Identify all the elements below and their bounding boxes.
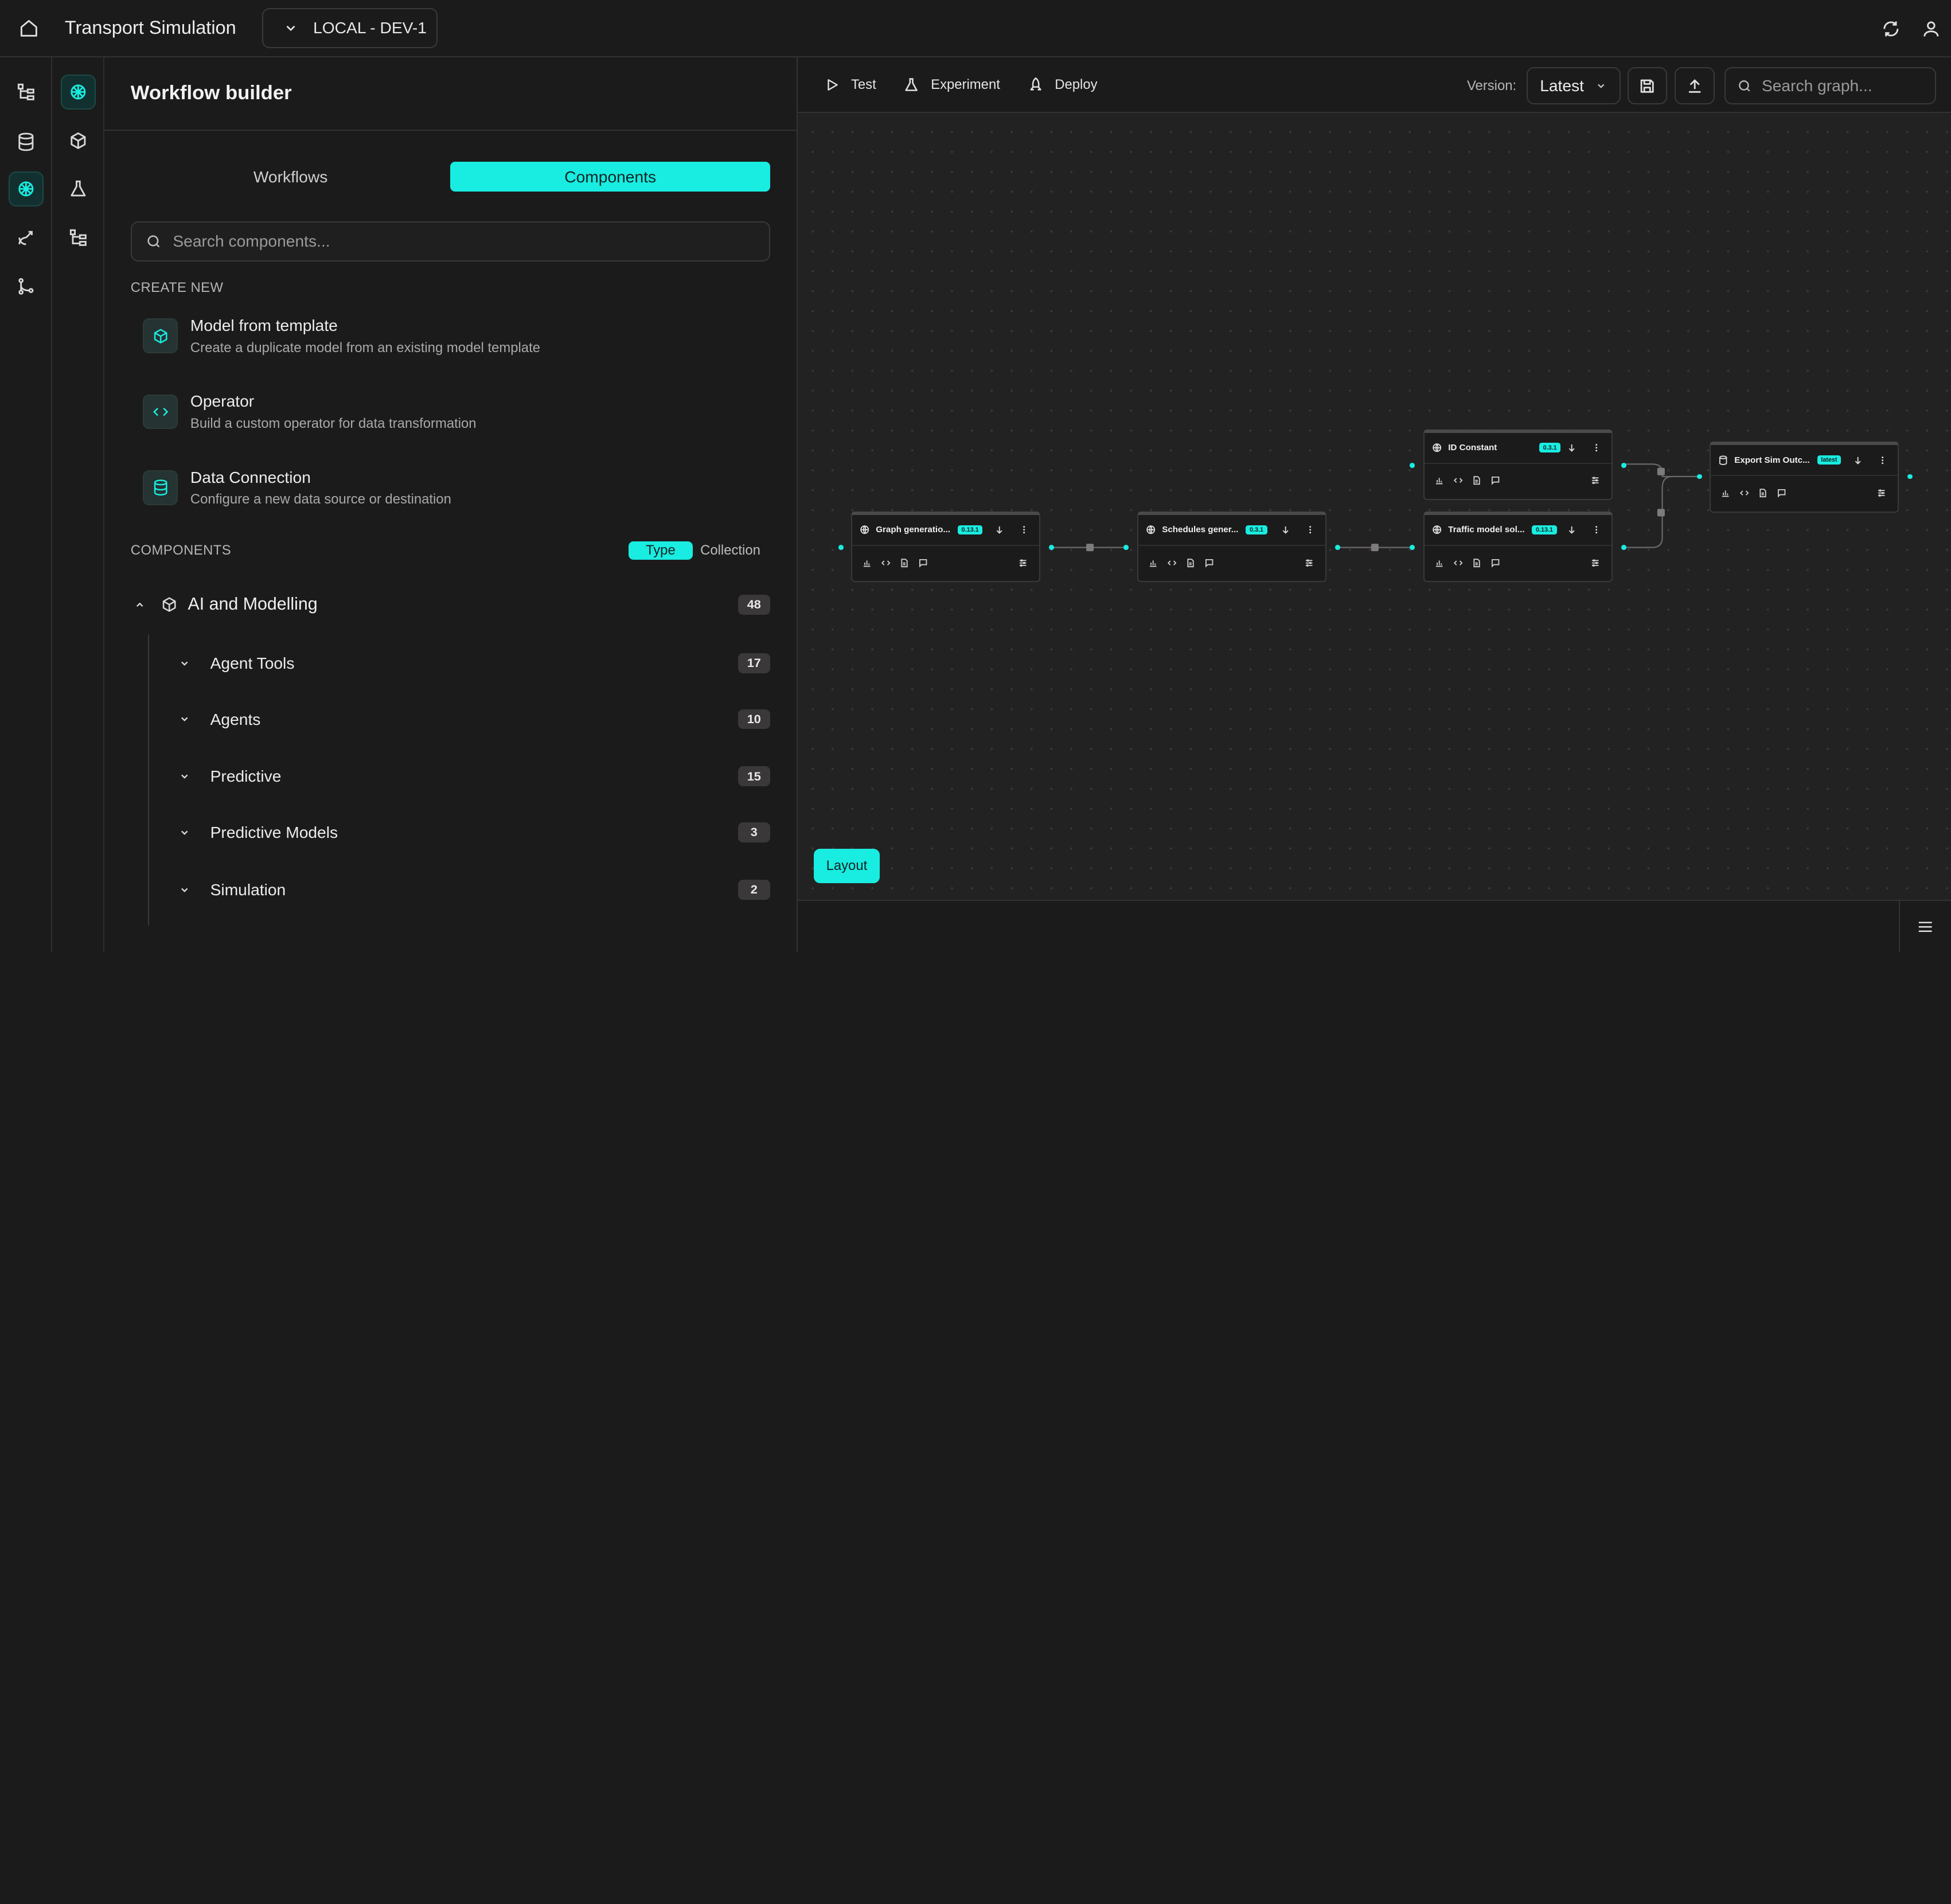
node-id-constant[interactable]: ID Constant 0.3.1 xyxy=(1423,429,1613,501)
node-input-port[interactable] xyxy=(1410,545,1415,550)
comment-icon[interactable] xyxy=(1490,475,1500,485)
node-version-badge: 0.13.1 xyxy=(958,525,983,534)
sliders-icon[interactable] xyxy=(1590,475,1600,485)
node-output-port[interactable] xyxy=(1335,545,1340,550)
node-output-port[interactable] xyxy=(1621,463,1626,468)
node-title: Traffic model sol... xyxy=(1448,525,1525,535)
node-title: Graph generatio... xyxy=(876,525,951,535)
chart-icon[interactable] xyxy=(1720,488,1730,498)
flask-icon xyxy=(905,77,918,91)
arrow-down-icon[interactable] xyxy=(994,525,1004,534)
menu-icon xyxy=(1918,922,1932,933)
node-input-port[interactable] xyxy=(838,545,844,550)
document-icon[interactable] xyxy=(1758,488,1767,498)
search-icon xyxy=(1738,80,1750,92)
experiment-label: Experiment xyxy=(931,76,1000,92)
document-icon[interactable] xyxy=(1185,558,1195,568)
arrow-down-icon[interactable] xyxy=(1281,525,1290,534)
node-input-port[interactable] xyxy=(1410,463,1415,468)
edge-handle[interactable] xyxy=(1657,509,1665,517)
node-input-port[interactable] xyxy=(1123,545,1129,550)
more-vertical-icon[interactable] xyxy=(1305,525,1315,534)
chart-icon[interactable] xyxy=(1434,558,1444,568)
version-select[interactable]: Latest xyxy=(1526,67,1621,105)
sliders-icon[interactable] xyxy=(1876,488,1886,498)
chevron-down-icon xyxy=(1597,84,1604,88)
version-label: Version: xyxy=(1466,77,1517,93)
node-version-badge: 0.13.1 xyxy=(1532,525,1557,534)
test-label: Test xyxy=(850,76,876,92)
test-button[interactable]: Test xyxy=(825,77,876,93)
upload-button[interactable] xyxy=(1675,67,1715,105)
sliders-icon[interactable] xyxy=(1590,558,1600,568)
deploy-button[interactable]: Deploy xyxy=(1028,77,1098,93)
bottom-bar xyxy=(797,899,1951,952)
layout-button[interactable]: Layout xyxy=(813,848,880,884)
node-output-port[interactable] xyxy=(1048,545,1054,550)
edge-handle[interactable] xyxy=(1657,467,1665,475)
node-schedules-generation[interactable]: Schedules gener... 0.3.1 xyxy=(1137,511,1326,583)
arrow-down-icon[interactable] xyxy=(1567,443,1577,452)
graph-search xyxy=(1724,67,1936,105)
node-title: Schedules gener... xyxy=(1162,525,1239,535)
save-button[interactable] xyxy=(1627,67,1668,105)
node-graph-generation[interactable]: Graph generatio... 0.13.1 xyxy=(851,511,1040,583)
globe-icon xyxy=(1433,443,1442,452)
node-version-badge: 0.3.1 xyxy=(1246,525,1267,534)
code-icon[interactable] xyxy=(1167,558,1177,568)
menu-button[interactable] xyxy=(1898,900,1951,952)
more-vertical-icon[interactable] xyxy=(1591,443,1601,452)
arrow-down-icon[interactable] xyxy=(1853,455,1863,465)
chart-icon[interactable] xyxy=(1148,558,1158,568)
code-icon[interactable] xyxy=(881,558,891,568)
document-icon[interactable] xyxy=(1472,475,1481,485)
node-version-badge: 0.3.1 xyxy=(1539,443,1561,452)
code-icon[interactable] xyxy=(1453,558,1463,568)
code-icon[interactable] xyxy=(1739,488,1749,498)
more-vertical-icon[interactable] xyxy=(1878,455,1887,465)
more-vertical-icon[interactable] xyxy=(1019,525,1029,534)
graph-toolbar: Test Experiment Deploy Version: Latest xyxy=(797,57,1951,114)
play-icon xyxy=(828,79,838,91)
sliders-icon[interactable] xyxy=(1018,558,1028,568)
node-output-port[interactable] xyxy=(1621,545,1626,550)
comment-icon[interactable] xyxy=(1777,488,1786,498)
database-icon xyxy=(1719,455,1727,465)
sliders-icon[interactable] xyxy=(1304,558,1314,568)
app-window: Transport Simulation LOCAL - DEV-1 Workf… xyxy=(0,0,1951,952)
chart-icon[interactable] xyxy=(862,558,872,568)
node-title: ID Constant xyxy=(1448,443,1497,453)
rocket-icon xyxy=(1030,77,1041,91)
globe-icon xyxy=(860,525,869,534)
code-icon[interactable] xyxy=(1453,475,1463,485)
edge-handle[interactable] xyxy=(1371,544,1379,552)
node-title: Export Sim Outc... xyxy=(1734,455,1810,465)
graph-edges xyxy=(1052,463,1700,552)
arrow-down-icon[interactable] xyxy=(1567,525,1577,534)
node-version-badge: latest xyxy=(1817,455,1841,465)
comment-icon[interactable] xyxy=(918,558,928,568)
experiment-button[interactable]: Experiment xyxy=(903,77,1000,93)
node-export-sim-outcomes[interactable]: Export Sim Outc... latest xyxy=(1710,442,1899,513)
globe-icon xyxy=(1146,525,1156,534)
more-vertical-icon[interactable] xyxy=(1591,525,1601,534)
save-icon xyxy=(1641,79,1655,93)
graph-search-input[interactable] xyxy=(1761,76,1923,96)
node-output-port[interactable] xyxy=(1907,474,1913,479)
edge-handle[interactable] xyxy=(1086,544,1094,552)
chart-icon[interactable] xyxy=(1434,475,1444,485)
document-icon[interactable] xyxy=(1472,558,1481,568)
node-traffic-model-solver[interactable]: Traffic model sol... 0.13.1 xyxy=(1423,511,1613,583)
upload-icon xyxy=(1688,79,1701,93)
document-icon[interactable] xyxy=(899,558,909,568)
comment-icon[interactable] xyxy=(1204,558,1214,568)
deploy-label: Deploy xyxy=(1055,76,1098,92)
version-value: Latest xyxy=(1540,76,1584,95)
comment-icon[interactable] xyxy=(1490,558,1500,568)
globe-icon xyxy=(1433,525,1442,534)
